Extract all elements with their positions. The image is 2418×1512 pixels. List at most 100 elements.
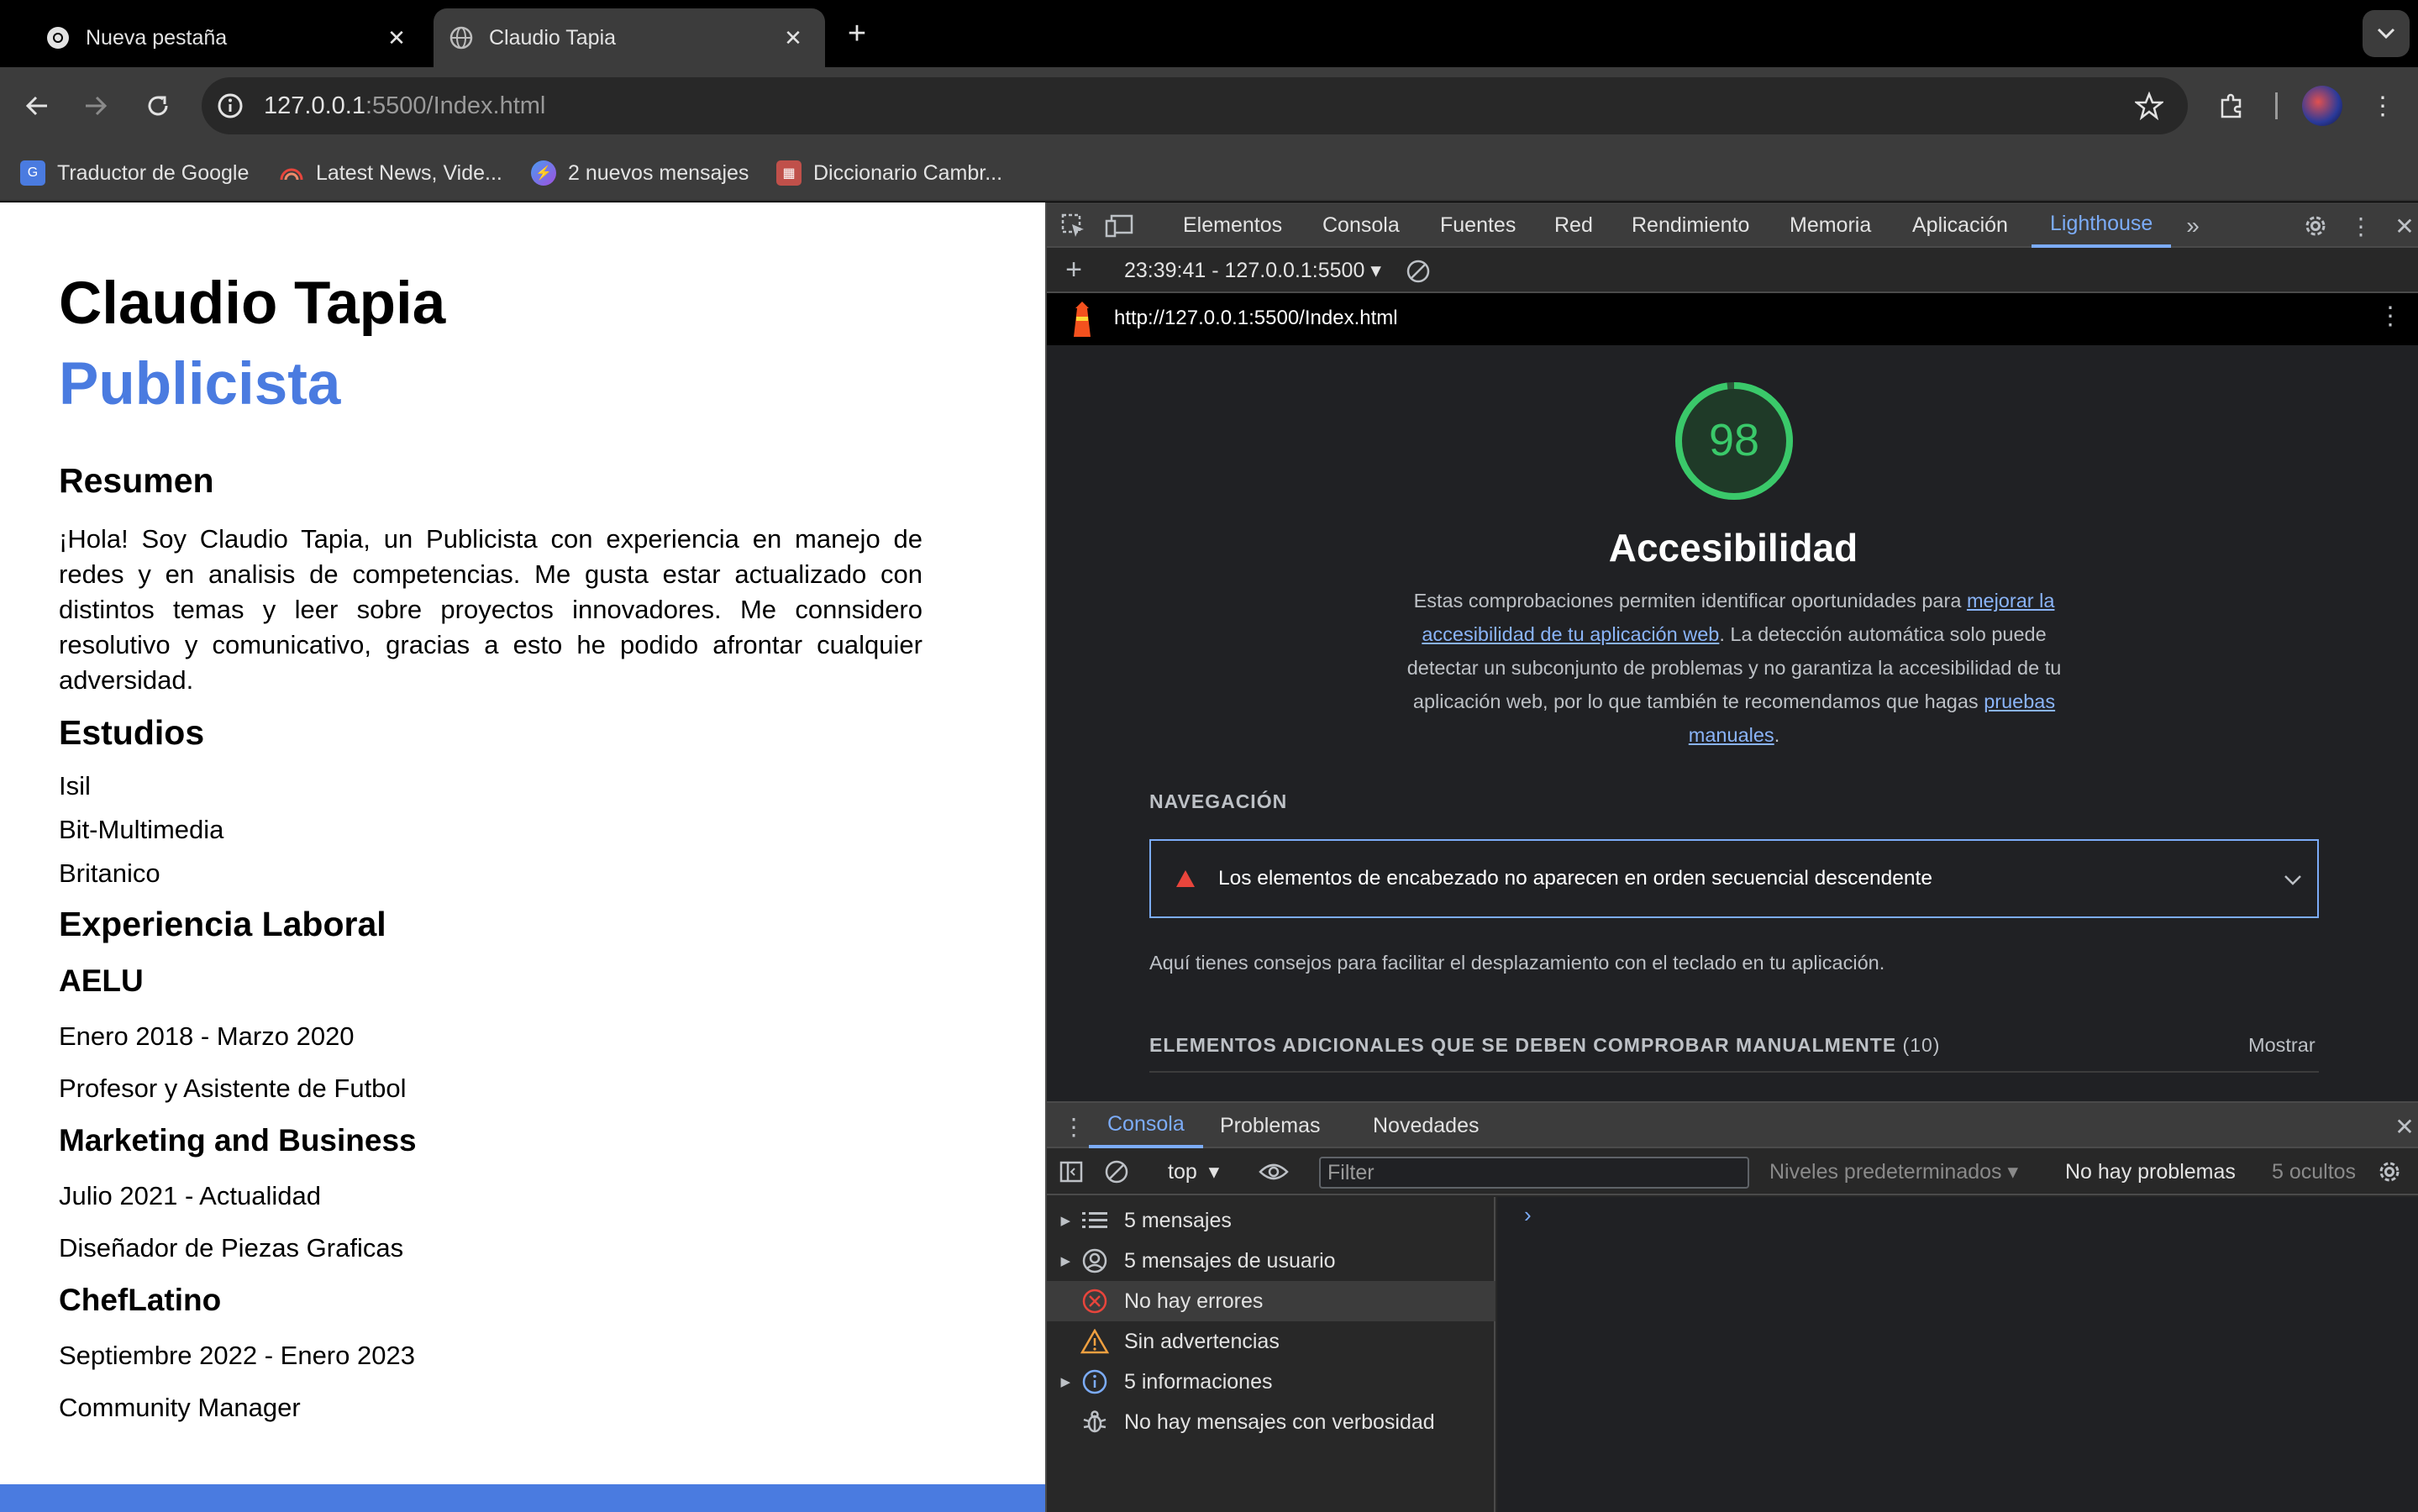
- tab-strip: Nueva pestaña ✕ Claudio Tapia ✕ +: [0, 0, 2418, 67]
- tab-new-tab[interactable]: Nueva pestaña ✕: [0, 8, 428, 67]
- eye-icon[interactable]: [1259, 1157, 1289, 1187]
- console-output[interactable]: ›: [1497, 1197, 2418, 1512]
- google-translate-icon: G: [20, 160, 45, 186]
- sidebar-item-label: Sin advertencias: [1124, 1329, 1280, 1353]
- address-bar[interactable]: 127.0.0.1:5500/Index.html: [202, 77, 2188, 134]
- audit-item[interactable]: Los elementos de encabezado no aparecen …: [1149, 839, 2319, 918]
- sidebar-toggle-icon[interactable]: [1059, 1157, 1084, 1187]
- filter-input[interactable]: [1319, 1157, 1749, 1189]
- dropdown-arrow-icon: ▾: [1208, 1160, 1220, 1184]
- lighthouse-logo-icon: [1067, 302, 1097, 343]
- drawer-tab-problemas[interactable]: Problemas: [1220, 1103, 1321, 1148]
- sidebar-item-advertencias[interactable]: Sin advertencias: [1047, 1321, 1495, 1362]
- page-title: Claudio Tapia: [59, 270, 446, 337]
- manual-checks-title[interactable]: ELEMENTOS ADICIONALES QUE SE DEBEN COMPR…: [1149, 1034, 1940, 1057]
- expand-arrow-icon[interactable]: ▶: [1047, 1253, 1080, 1268]
- tab-elementos[interactable]: Elementos: [1183, 202, 1282, 248]
- clear-console-icon[interactable]: [1104, 1157, 1129, 1187]
- studies-heading: Estudios: [59, 713, 205, 752]
- tab-aplicacion[interactable]: Aplicación: [1912, 202, 2008, 248]
- device-toolbar-icon[interactable]: [1104, 211, 1134, 241]
- job-period: Septiembre 2022 - Enero 2023: [59, 1341, 415, 1370]
- divider: [1149, 1071, 2319, 1073]
- show-button[interactable]: Mostrar: [2248, 1034, 2315, 1057]
- extensions-puzzle-icon[interactable]: [2211, 86, 2252, 126]
- bookmarks-bar: G Traductor de Google Latest News, Vide.…: [0, 144, 2418, 202]
- kebab-menu-icon[interactable]: ⋮: [2378, 302, 2403, 331]
- chevron-down-icon[interactable]: [2284, 866, 2317, 892]
- reload-icon[interactable]: [138, 86, 178, 126]
- study-item: Britanico: [59, 858, 160, 888]
- tab-rendimiento[interactable]: Rendimiento: [1632, 202, 1749, 248]
- sidebar-item-label: No hay errores: [1124, 1289, 1264, 1313]
- desc-text: .: [1774, 724, 1780, 746]
- drawer-tab-consola[interactable]: Consola: [1089, 1103, 1203, 1148]
- bookmark-label: Traductor de Google: [57, 160, 250, 185]
- expand-arrow-icon[interactable]: ▶: [1047, 1374, 1080, 1389]
- gear-icon[interactable]: [2300, 211, 2331, 241]
- close-icon[interactable]: ✕: [2389, 211, 2418, 241]
- close-icon[interactable]: ✕: [778, 23, 808, 53]
- tab-memoria[interactable]: Memoria: [1790, 202, 1871, 248]
- globe-icon: [449, 25, 474, 50]
- new-tab-button[interactable]: +: [840, 15, 874, 52]
- sidebar-item-verbosidad[interactable]: No hay mensajes con verbosidad: [1047, 1402, 1495, 1442]
- inspect-element-icon[interactable]: [1059, 211, 1089, 241]
- tab-red[interactable]: Red: [1554, 202, 1593, 248]
- kebab-menu-icon[interactable]: ⋮: [1059, 1111, 1089, 1142]
- job-period: Enero 2018 - Marzo 2020: [59, 1021, 355, 1051]
- job-company: Marketing and Business: [59, 1123, 417, 1158]
- lighthouse-url-bar: http://127.0.0.1:5500/Index.html ⋮: [1047, 293, 2418, 345]
- sidebar-item-usuario[interactable]: ▶ 5 mensajes de usuario: [1047, 1241, 1495, 1281]
- close-icon[interactable]: ✕: [381, 23, 412, 53]
- report-selector[interactable]: 23:39:41 - 127.0.0.1:5500 ▾: [1124, 258, 1381, 283]
- error-icon: [1080, 1287, 1109, 1315]
- tab-claudio-tapia[interactable]: Claudio Tapia ✕: [434, 8, 825, 67]
- sidebar-item-label: No hay mensajes con verbosidad: [1124, 1410, 1435, 1434]
- tab-consola[interactable]: Consola: [1322, 202, 1400, 248]
- site-info-icon[interactable]: [213, 89, 247, 123]
- group-title: NAVEGACIÓN: [1149, 790, 1288, 812]
- add-report-icon[interactable]: +: [1059, 254, 1089, 286]
- lighthouse-report: 98 Accesibilidad Estas comprobaciones pe…: [1047, 345, 2418, 1101]
- sidebar-item-mensajes[interactable]: ▶ 5 mensajes: [1047, 1200, 1495, 1241]
- avatar[interactable]: [2302, 86, 2342, 126]
- study-item: Isil: [59, 771, 91, 801]
- bookmark-label: Diccionario Cambr...: [813, 160, 1003, 185]
- experience-heading: Experiencia Laboral: [59, 905, 386, 943]
- info-icon: [1080, 1368, 1109, 1396]
- drawer-tab-novedades[interactable]: Novedades: [1373, 1103, 1479, 1148]
- expand-arrow-icon[interactable]: ▶: [1047, 1213, 1080, 1228]
- context-selector[interactable]: top ▾: [1168, 1157, 1219, 1187]
- fail-triangle-icon: [1176, 870, 1195, 887]
- gear-icon[interactable]: [2376, 1157, 2403, 1187]
- desc-text: Estas comprobaciones permiten identifica…: [1413, 590, 1967, 612]
- back-arrow-icon[interactable]: [17, 86, 57, 126]
- page-viewport: Claudio Tapia Publicista Resumen ¡Hola! …: [0, 202, 1045, 1512]
- chevron-down-icon[interactable]: [2363, 10, 2410, 57]
- bookmark-messages[interactable]: ⚡ 2 nuevos mensajes: [531, 156, 749, 190]
- console-prompt[interactable]: ›: [1524, 1202, 1532, 1228]
- issues-counter[interactable]: No hay problemas: [2065, 1157, 2236, 1187]
- sidebar-item-informaciones[interactable]: ▶ 5 informaciones: [1047, 1362, 1495, 1402]
- cambridge-crest-icon: ▦: [776, 160, 802, 186]
- tab-fuentes[interactable]: Fuentes: [1440, 202, 1516, 248]
- forward-arrow-icon[interactable]: [76, 86, 116, 126]
- url-host: 127.0.0.1: [264, 92, 365, 119]
- log-levels-dropdown[interactable]: Niveles predeterminados ▾: [1769, 1157, 2018, 1187]
- drawer-tab-bar: ⋮ Consola Problemas Novedades ✕: [1047, 1103, 2418, 1148]
- close-icon[interactable]: ✕: [2389, 1111, 2418, 1142]
- kebab-menu-icon[interactable]: ⋮: [2366, 86, 2400, 126]
- more-tabs-icon[interactable]: »: [2178, 211, 2208, 241]
- clear-icon[interactable]: [1403, 256, 1433, 286]
- bookmark-label: Latest News, Vide...: [316, 160, 502, 185]
- console-drawer: ⋮ Consola Problemas Novedades ✕ top ▾ Ni…: [1047, 1101, 2418, 1512]
- bookmark-latest-news[interactable]: Latest News, Vide...: [279, 156, 502, 190]
- sidebar-item-errores[interactable]: No hay errores: [1047, 1281, 1495, 1321]
- browser-toolbar: 127.0.0.1:5500/Index.html ⋮: [0, 67, 2418, 144]
- tab-lighthouse[interactable]: Lighthouse: [2032, 202, 2172, 248]
- kebab-menu-icon[interactable]: ⋮: [2346, 211, 2376, 241]
- bookmark-google-translate[interactable]: G Traductor de Google: [20, 156, 249, 190]
- bookmark-cambridge[interactable]: ▦ Diccionario Cambr...: [776, 156, 1002, 190]
- star-icon[interactable]: [2132, 89, 2166, 123]
